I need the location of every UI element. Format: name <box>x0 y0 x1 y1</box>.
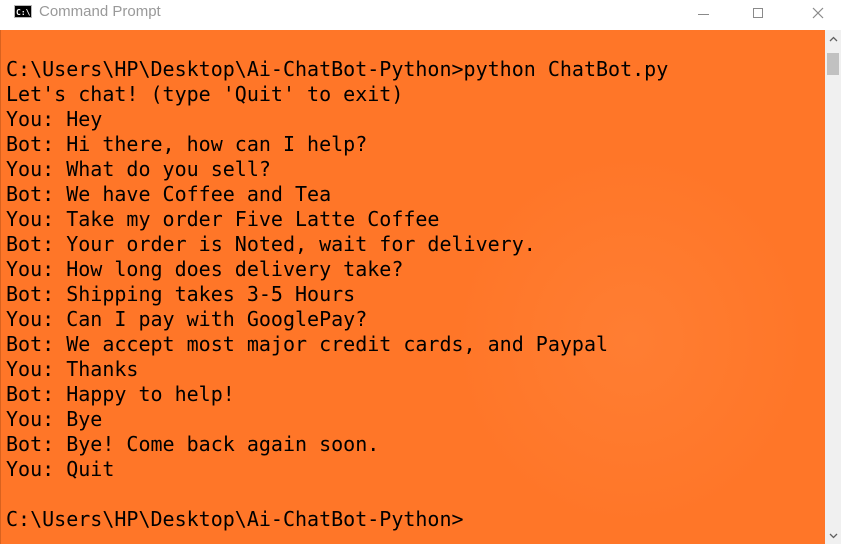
console-line: Bot: Bye! Come back again soon. <box>6 432 380 456</box>
cmd-icon: C:\ <box>14 5 32 18</box>
console-line: Bot: We accept most major credit cards, … <box>6 332 609 356</box>
console-line: Bot: Happy to help! <box>6 382 235 406</box>
title-bar[interactable]: C:\ Command Prompt <box>0 0 841 30</box>
console-line: You: What do you sell? <box>6 157 271 181</box>
console-line: C:\Users\HP\Desktop\Ai-ChatBot-Python> <box>6 507 464 531</box>
console-line: C:\Users\HP\Desktop\Ai-ChatBot-Python>py… <box>6 57 669 81</box>
console-line: You: Take my order Five Latte Coffee <box>6 207 440 231</box>
vertical-scrollbar[interactable] <box>825 30 841 544</box>
chevron-up-icon <box>829 36 837 41</box>
scroll-down-button[interactable] <box>825 527 841 544</box>
console-line: Let's chat! (type 'Quit' to exit) <box>6 82 404 106</box>
close-icon <box>812 7 824 19</box>
console-line: Bot: We have Coffee and Tea <box>6 182 332 206</box>
console-output: C:\Users\HP\Desktop\Ai-ChatBot-Python>py… <box>6 57 668 532</box>
close-button[interactable] <box>795 0 841 26</box>
maximize-icon <box>753 8 763 18</box>
console-line: Bot: Shipping takes 3-5 Hours <box>6 282 356 306</box>
chevron-down-icon <box>829 533 837 538</box>
console-line: You: Hey <box>6 107 103 131</box>
console-line: You: Thanks <box>6 357 139 381</box>
console-line: Bot: Your order is Noted, wait for deliv… <box>6 232 536 256</box>
cmd-icon-label: C:\ <box>16 8 31 17</box>
console-line: You: Quit <box>6 457 115 481</box>
scroll-up-button[interactable] <box>825 30 841 47</box>
console-line: You: Can I pay with GooglePay? <box>6 307 368 331</box>
console-line: Bot: Hi there, how can I help? <box>6 132 368 156</box>
command-prompt-window: C:\ Command Prompt C:\Users\HP\Desktop\A… <box>0 0 841 544</box>
scrollbar-thumb[interactable] <box>827 53 839 75</box>
minimize-button[interactable] <box>680 0 726 26</box>
console-line: You: Bye <box>6 407 103 431</box>
maximize-button[interactable] <box>735 0 781 26</box>
window-title: Command Prompt <box>39 3 161 20</box>
console-area[interactable]: C:\Users\HP\Desktop\Ai-ChatBot-Python>py… <box>0 30 825 544</box>
minimize-icon <box>697 13 709 15</box>
console-line: You: How long does delivery take? <box>6 257 404 281</box>
